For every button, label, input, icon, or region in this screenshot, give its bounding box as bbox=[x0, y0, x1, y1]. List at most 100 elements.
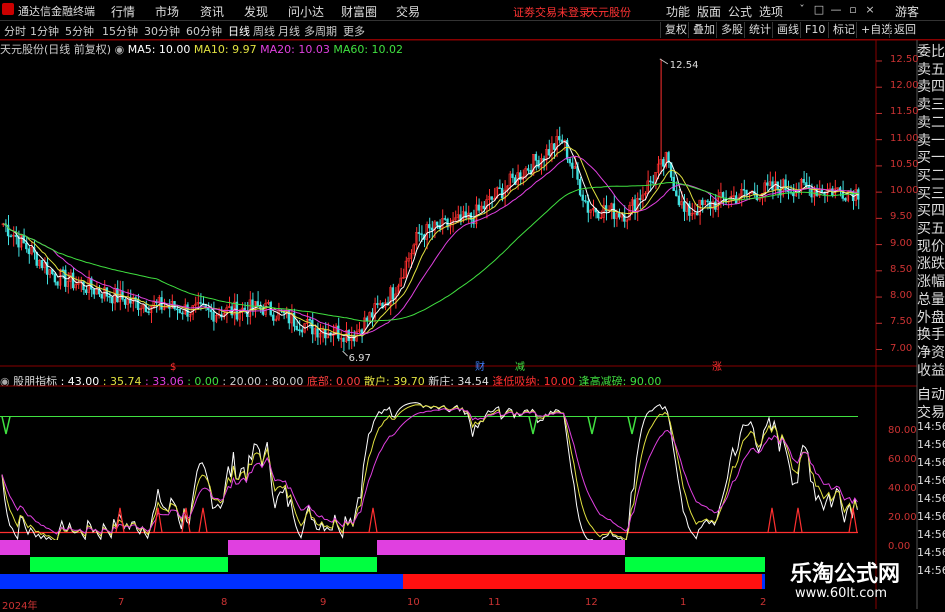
sidebar-item[interactable]: 换手 bbox=[917, 326, 945, 344]
minimize-icon[interactable]: — bbox=[829, 3, 843, 17]
buy-signal bbox=[848, 507, 858, 533]
menu-item-wealth[interactable]: 财富圈 bbox=[341, 3, 377, 20]
menu-item-news[interactable]: 资讯 bbox=[200, 3, 224, 20]
period-intraday[interactable]: 分时 bbox=[4, 23, 26, 39]
sidebar-item[interactable]: 卖一 bbox=[917, 132, 945, 150]
btn-adjust[interactable]: 复权 bbox=[660, 22, 691, 38]
candle-body bbox=[526, 168, 530, 171]
period-5min[interactable]: 5分钟 bbox=[65, 23, 94, 39]
candle-body bbox=[581, 194, 584, 201]
ma-line bbox=[3, 147, 859, 337]
period-monthly[interactable]: 月线 bbox=[278, 23, 300, 39]
period-15min[interactable]: 15分钟 bbox=[102, 23, 138, 39]
btn-overlay[interactable]: 叠加 bbox=[688, 22, 719, 38]
signal-bar-segment bbox=[403, 574, 762, 589]
sidebar-item[interactable]: 涨幅 bbox=[917, 273, 945, 291]
candle-body bbox=[844, 198, 847, 201]
candle-body bbox=[701, 199, 704, 206]
guest-label[interactable]: 游客 bbox=[895, 3, 919, 20]
btn-f10[interactable]: F10 bbox=[800, 22, 829, 38]
sidebar-item[interactable]: 买四 bbox=[917, 202, 945, 220]
menu-item-trade[interactable]: 交易 bbox=[396, 3, 420, 20]
signal-bar-segment bbox=[320, 557, 377, 572]
menu-item-discover[interactable]: 发现 bbox=[244, 3, 268, 20]
sidebar-trade-item[interactable]: 14:56 bbox=[917, 528, 945, 541]
sidebar-trade-item[interactable]: 14:56 bbox=[917, 510, 945, 523]
sidebar-item[interactable]: 买五 bbox=[917, 220, 945, 238]
sidebar-trade-item[interactable]: 14:56 bbox=[917, 474, 945, 487]
period-30min[interactable]: 30分钟 bbox=[144, 23, 180, 39]
dropdown-icon[interactable]: ˇ bbox=[795, 3, 809, 17]
candle-body bbox=[209, 309, 213, 313]
sidebar-trade-item[interactable]: 14:56 bbox=[917, 456, 945, 469]
sidebar-trade-item[interactable]: 14:56 bbox=[917, 438, 945, 451]
sidebar-trade-item[interactable]: 交易 bbox=[917, 402, 945, 422]
btn-draw[interactable]: 画线 bbox=[772, 22, 803, 38]
sidebar-item[interactable]: 卖二 bbox=[917, 114, 945, 132]
sidebar-trade-item[interactable]: 14:56 bbox=[917, 564, 945, 577]
candle-body bbox=[578, 179, 582, 196]
sidebar-item[interactable]: 买二 bbox=[917, 167, 945, 185]
candle-body bbox=[617, 213, 621, 218]
period-60min[interactable]: 60分钟 bbox=[186, 23, 222, 39]
candle-body bbox=[212, 311, 215, 322]
menu-item-quotes[interactable]: 行情 bbox=[111, 3, 135, 20]
close-icon[interactable]: × bbox=[863, 3, 877, 17]
candle-body bbox=[745, 189, 748, 195]
indicator-tick: 20.00 bbox=[888, 512, 917, 523]
menu-item-layout[interactable]: 版面 bbox=[697, 3, 721, 20]
candle-body bbox=[61, 269, 64, 272]
period-weekly[interactable]: 周线 bbox=[253, 23, 275, 39]
event-marker: 涨 bbox=[712, 361, 722, 373]
sidebar-item[interactable]: 卖三 bbox=[917, 96, 945, 114]
sidebar-item[interactable]: 收益 bbox=[917, 362, 945, 380]
period-multi[interactable]: 多周期 bbox=[304, 23, 337, 39]
login-warning[interactable]: 证劵交易未登录 bbox=[513, 4, 590, 20]
sidebar-item[interactable]: 卖四 bbox=[917, 78, 945, 96]
btn-stats[interactable]: 统计 bbox=[744, 22, 775, 38]
sidebar-item[interactable]: 涨跌 bbox=[917, 255, 945, 273]
signal-bar-segment bbox=[228, 557, 320, 572]
btn-mark[interactable]: 标记 bbox=[828, 22, 859, 38]
sidebar-trade-item[interactable]: 自动 bbox=[917, 384, 945, 404]
price-tick: 11.50 bbox=[890, 106, 919, 118]
chart-area[interactable]: 12.54 6.97 $ 财 减 涨 bbox=[0, 40, 945, 609]
candle-body bbox=[298, 329, 301, 331]
menu-item-function[interactable]: 功能 bbox=[666, 3, 690, 20]
candle-body bbox=[443, 218, 447, 220]
menu-item-market[interactable]: 市场 bbox=[155, 3, 179, 20]
sidebar-trade-item[interactable]: 14:56 bbox=[917, 546, 945, 559]
restore-icon[interactable]: □ bbox=[812, 3, 826, 17]
sidebar-item[interactable]: 买一 bbox=[917, 149, 945, 167]
candle-body bbox=[175, 308, 179, 311]
candle-body bbox=[342, 337, 345, 342]
period-1min[interactable]: 1分钟 bbox=[30, 23, 59, 39]
period-more[interactable]: 更多 bbox=[343, 23, 365, 39]
sidebar-item[interactable]: 现价 bbox=[917, 238, 945, 256]
sidebar-item[interactable]: 总量 bbox=[917, 291, 945, 309]
price-tick: 10.00 bbox=[890, 185, 919, 197]
date-tick: 2 bbox=[760, 597, 767, 608]
sidebar-item[interactable]: 净资 bbox=[917, 344, 945, 362]
signal-bar-segment bbox=[377, 540, 625, 555]
candle-body bbox=[428, 224, 431, 229]
candle-body bbox=[181, 312, 184, 315]
period-daily[interactable]: 日线 bbox=[228, 23, 250, 39]
sidebar-trade-item[interactable]: 14:56 bbox=[917, 492, 945, 505]
sidebar-item[interactable]: 外盘 bbox=[917, 309, 945, 327]
sidebar-trade-item[interactable]: 14:56 bbox=[917, 420, 945, 433]
indicator-tick: 60.00 bbox=[888, 454, 917, 465]
candle-body bbox=[714, 201, 717, 210]
buy-signal bbox=[793, 507, 803, 533]
candle-body bbox=[308, 319, 311, 321]
sidebar-item[interactable]: 卖五 bbox=[917, 61, 945, 79]
sidebar-item[interactable]: 委比 bbox=[917, 43, 945, 61]
menu-item-formula[interactable]: 公式 bbox=[728, 3, 752, 20]
menu-item-options[interactable]: 选项 bbox=[759, 3, 783, 20]
low-pointer bbox=[342, 350, 348, 357]
btn-multi-stock[interactable]: 多股 bbox=[716, 22, 747, 38]
btn-back[interactable]: 返回 bbox=[889, 22, 920, 38]
sidebar-item[interactable]: 买三 bbox=[917, 185, 945, 203]
menu-item-assistant[interactable]: 问小达 bbox=[288, 3, 324, 20]
maximize-icon[interactable]: ▫ bbox=[846, 3, 860, 17]
